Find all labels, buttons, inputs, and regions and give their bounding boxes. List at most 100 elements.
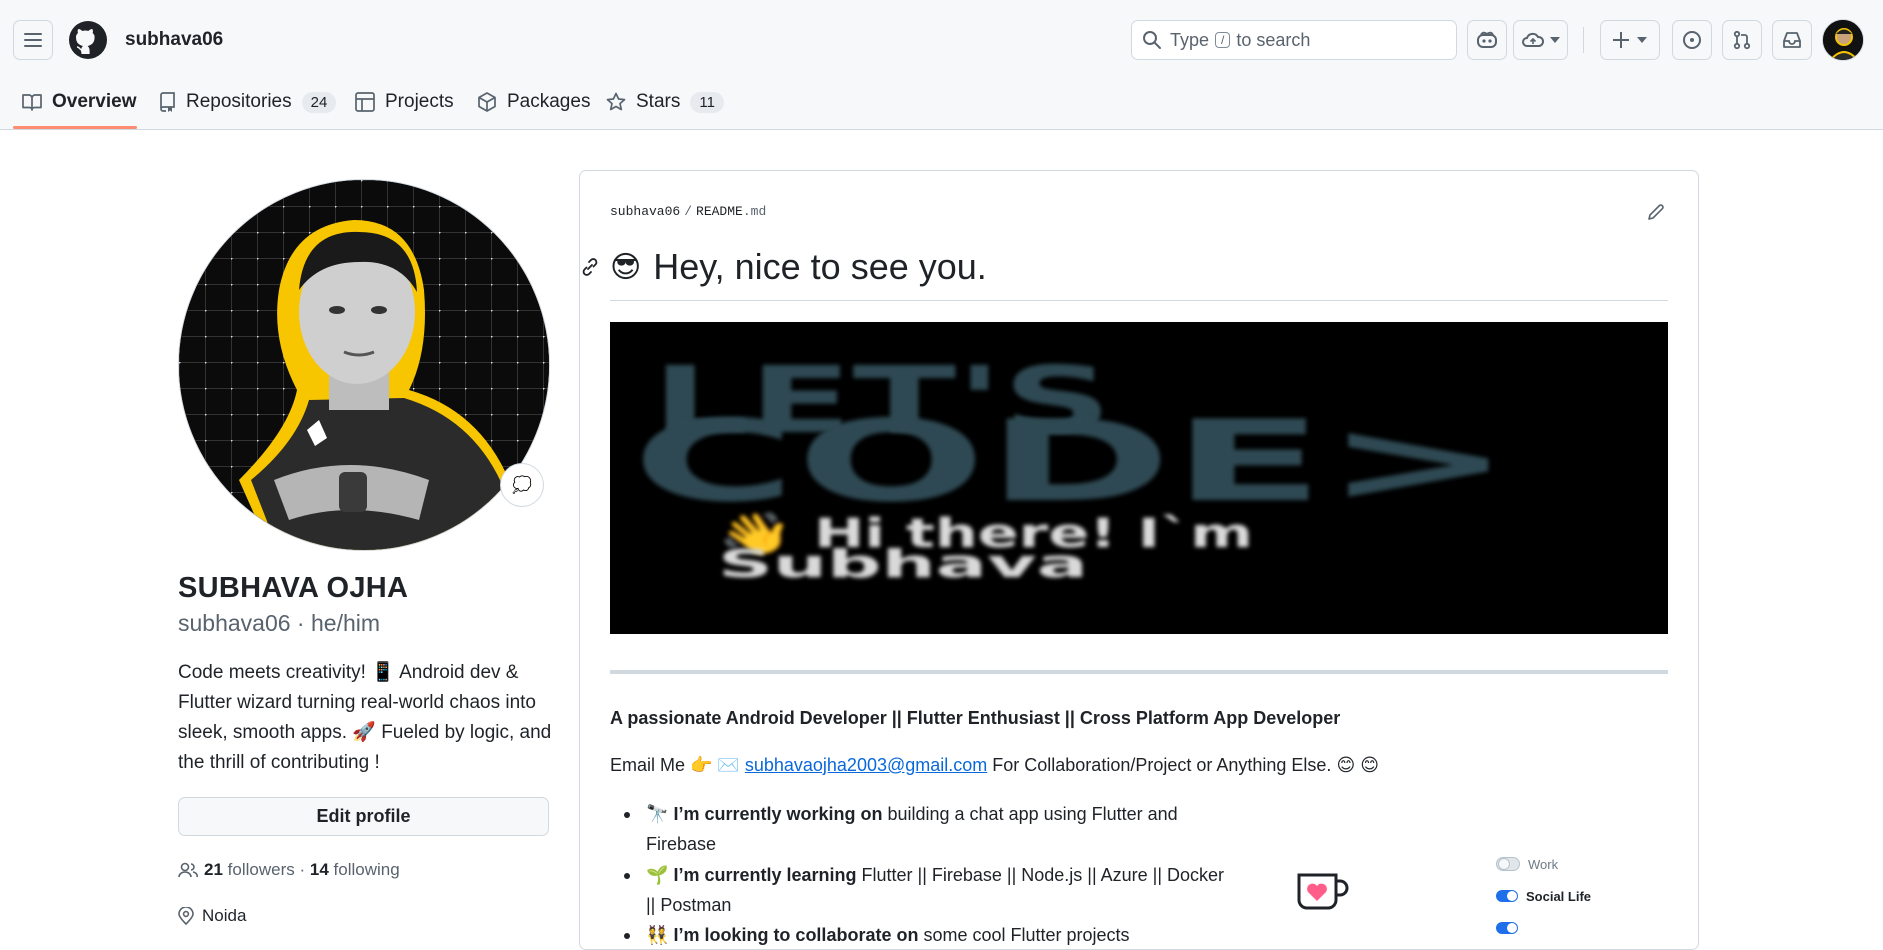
- following-label: following: [333, 860, 400, 879]
- location-text: Noida: [202, 906, 247, 925]
- edit-profile-button[interactable]: Edit profile: [178, 797, 549, 836]
- dancers-emoji: 👯: [646, 925, 669, 945]
- banner-line4: Subhava: [718, 542, 1088, 586]
- pull-requests-button[interactable]: [1722, 20, 1762, 60]
- git-pull-request-icon: [1733, 30, 1751, 50]
- readme-heading: 😎 Hey, nice to see you.: [610, 246, 987, 288]
- search-input[interactable]: Type / to search: [1131, 20, 1457, 60]
- toggle-work: Work: [1496, 848, 1591, 880]
- copilot-icon: [1477, 31, 1497, 48]
- readme-path: subhava06/README.md: [610, 204, 767, 219]
- tab-label: Repositories: [186, 91, 292, 112]
- global-header: subhava06 Type / to search Overview Repo…: [0, 0, 1883, 130]
- telescope-emoji: 🔭: [646, 804, 669, 824]
- following-link[interactable]: 14 following: [310, 860, 400, 880]
- sunglasses-emoji: 😎: [610, 250, 642, 284]
- list-item: 🌱 I’m currently learning Flutter || Fire…: [610, 860, 1230, 920]
- repositories-count-badge: 24: [301, 91, 337, 113]
- toggle-switch-on: [1496, 890, 1518, 902]
- edit-readme-pencil-icon[interactable]: [1647, 203, 1665, 221]
- coffee-mug-icon: [1297, 873, 1349, 910]
- star-icon: [606, 92, 626, 111]
- tab-repositories[interactable]: Repositories 24: [158, 84, 337, 120]
- tab-packages[interactable]: Packages: [477, 84, 590, 120]
- repo-icon: [160, 92, 175, 112]
- list-item-bold: I’m looking to collaborate on: [673, 925, 919, 945]
- list-item-bold: I’m currently learning: [673, 865, 857, 885]
- followers-link[interactable]: 21 followers: [204, 860, 295, 880]
- user-avatar-menu[interactable]: [1822, 19, 1864, 61]
- toggle-partial: [1496, 912, 1591, 944]
- issues-button[interactable]: [1672, 20, 1712, 60]
- readme-path-ext: .md: [742, 204, 767, 219]
- follow-stats: 21 followers · 14 following: [178, 860, 400, 880]
- top-bar: subhava06 Type / to search: [0, 0, 1883, 80]
- menu-icon: [24, 33, 42, 47]
- toggle-label: Work: [1528, 856, 1559, 872]
- avatar-photo: [179, 180, 549, 550]
- seedling-emoji: 🌱: [646, 865, 669, 885]
- profile-login: subhava06: [178, 610, 291, 636]
- banner-line2: CODE>: [632, 397, 1512, 527]
- stars-count-badge: 11: [690, 91, 724, 113]
- list-item-bold: I’m currently working on: [673, 804, 883, 824]
- tab-label: Projects: [385, 91, 454, 112]
- email-link[interactable]: subhavaojha2003@gmail.com: [745, 755, 987, 775]
- book-icon: [22, 94, 42, 111]
- codespaces-dropdown-button[interactable]: [1513, 20, 1568, 60]
- status-emoji-button[interactable]: 💭: [500, 463, 544, 507]
- create-new-dropdown-button[interactable]: [1600, 20, 1660, 60]
- email-suffix: For Collaboration/Project or Anything El…: [987, 755, 1379, 775]
- active-tab-indicator: [13, 126, 137, 129]
- avatar-image: [1823, 20, 1863, 60]
- tab-stars[interactable]: Stars 11: [606, 84, 724, 120]
- toggle-switch-off: [1496, 857, 1520, 871]
- heading-divider: [610, 300, 1668, 301]
- chevron-down-icon: [1637, 37, 1647, 43]
- following-count: 14: [309, 860, 329, 879]
- followers-label: followers: [227, 860, 295, 879]
- inbox-button[interactable]: [1772, 20, 1812, 60]
- profile-handle: subhava06 · he/him: [178, 610, 381, 636]
- tab-projects[interactable]: Projects: [355, 84, 454, 120]
- cloud-upload-icon: [1521, 32, 1544, 47]
- readme-heading-text: Hey, nice to see you.: [653, 246, 987, 287]
- list-item: 🔭 I’m currently working on building a ch…: [610, 799, 1230, 859]
- plus-icon: [1613, 32, 1629, 48]
- heading-anchor-link-icon[interactable]: [580, 257, 600, 277]
- readme-path-user[interactable]: subhava06: [610, 204, 680, 219]
- toggle-social-life: Social Life: [1496, 880, 1591, 912]
- issue-opened-icon: [1683, 31, 1701, 49]
- tab-overview[interactable]: Overview: [22, 84, 137, 120]
- list-item-text: some cool Flutter projects: [923, 925, 1130, 945]
- tab-label: Stars: [636, 91, 681, 112]
- profile-location: Noida: [178, 906, 246, 926]
- github-logo-icon[interactable]: [68, 20, 108, 60]
- search-icon: [1143, 31, 1161, 49]
- people-icon: [178, 862, 198, 878]
- tab-label: Packages: [507, 91, 591, 112]
- followers-count: 21: [204, 860, 223, 879]
- readme-list: 🔭 I’m currently working on building a ch…: [610, 799, 1230, 950]
- copilot-button[interactable]: [1467, 20, 1507, 60]
- package-icon: [478, 92, 496, 112]
- readme-email-line: Email Me 👉 ✉️ subhavaojha2003@gmail.com …: [610, 755, 1379, 776]
- tab-label: Overview: [52, 91, 137, 112]
- profile-pronouns: he/him: [311, 610, 381, 636]
- profile-full-name: SUBHAVA OJHA: [178, 572, 409, 604]
- inbox-icon: [1783, 32, 1801, 48]
- hamburger-menu-button[interactable]: [13, 20, 53, 60]
- header-username-link[interactable]: subhava06: [125, 29, 223, 51]
- banner-graphic: LET'S CODE> 👋 Hi there! I`m Subhava: [632, 347, 1512, 586]
- header-divider: [1583, 27, 1584, 53]
- toggle-label: Social Life: [1526, 888, 1592, 904]
- profile-bio: Code meets creativity! 📱 Android dev & F…: [178, 662, 552, 773]
- profile-avatar[interactable]: [178, 179, 550, 551]
- chevron-down-icon: [1549, 37, 1560, 43]
- list-item: 👯 I’m looking to collaborate on some coo…: [610, 920, 1230, 950]
- location-icon: [178, 907, 194, 925]
- email-prefix: Email Me 👉 ✉️: [610, 755, 745, 775]
- table-icon: [355, 92, 375, 112]
- search-shortcut-key: /: [1215, 32, 1231, 48]
- search-placeholder-before: Type: [1170, 29, 1210, 50]
